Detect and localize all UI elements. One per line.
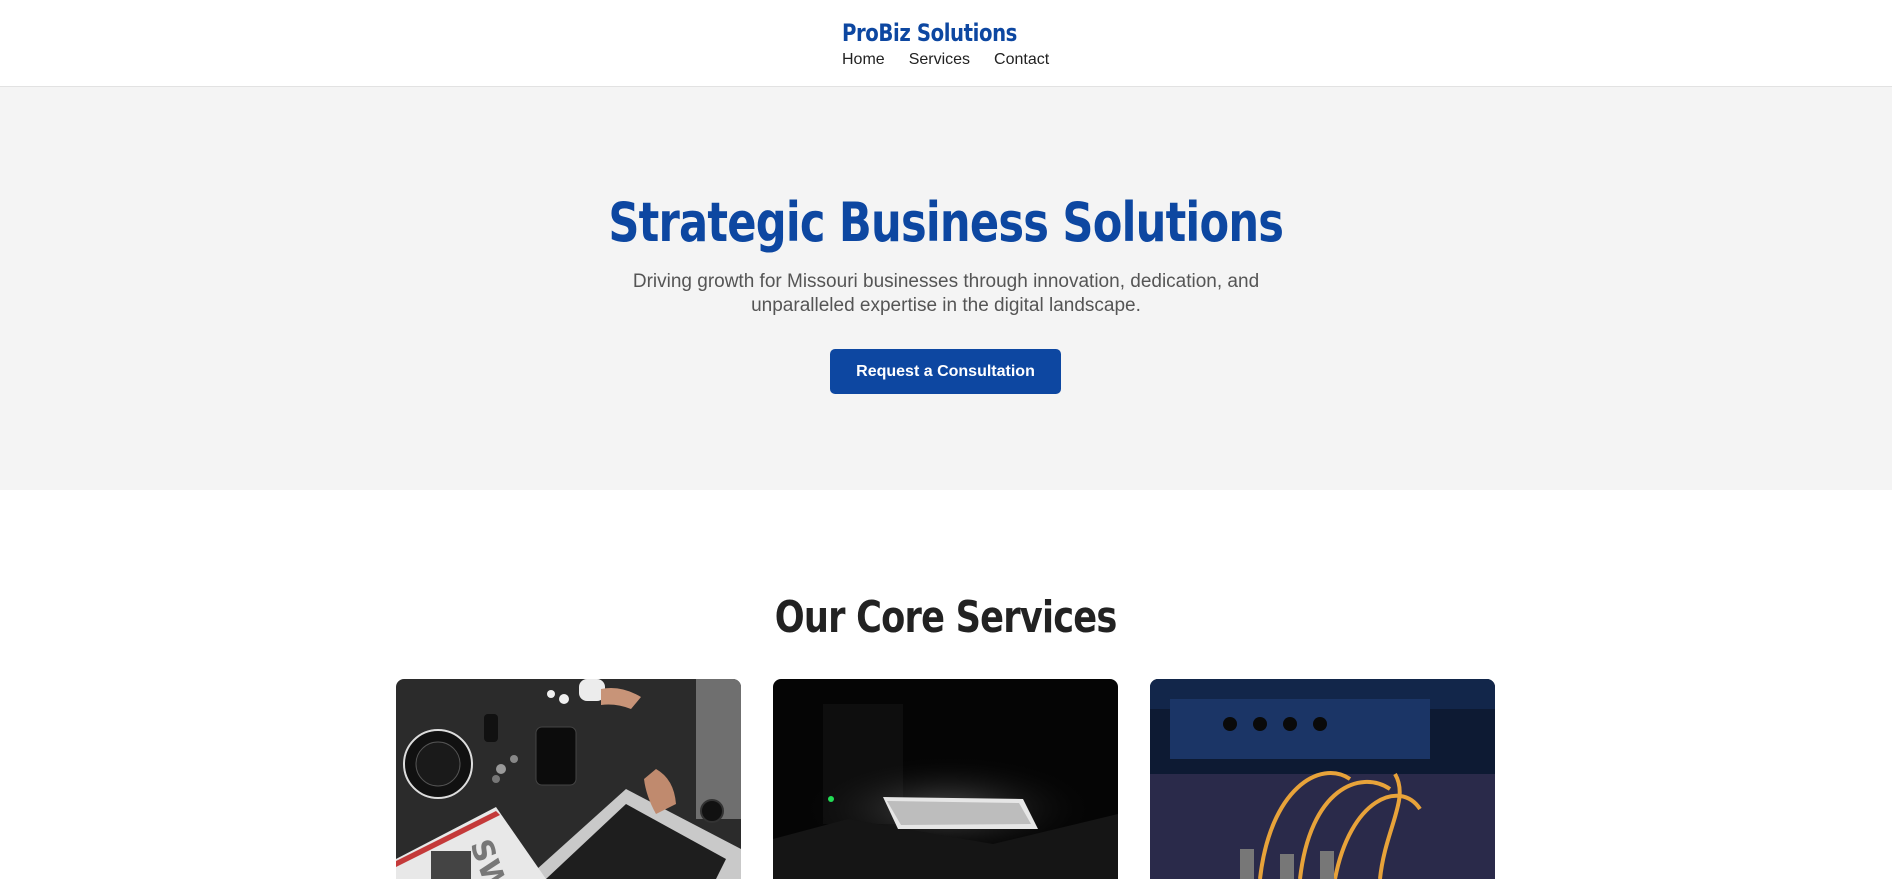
brand-block: ProBiz Solutions Home Services Contact <box>842 18 1055 70</box>
hero-section: Strategic Business Solutions Driving gro… <box>0 87 1892 490</box>
nav-contact-link[interactable]: Contact <box>994 50 1049 70</box>
request-consultation-button[interactable]: Request a Consultation <box>830 349 1061 394</box>
site-header: ProBiz Solutions Home Services Contact <box>0 0 1892 87</box>
services-heading: Our Core Services <box>775 592 1118 643</box>
nav-services-link[interactable]: Services <box>909 50 970 70</box>
service-card-image-2 <box>773 679 1118 879</box>
workspace-laptop-photo: SWA <box>396 679 741 879</box>
hero-subtitle: Driving growth for Missouri businesses t… <box>632 271 1260 316</box>
nav-home-link[interactable]: Home <box>842 50 885 70</box>
service-card-image-3 <box>1150 679 1495 879</box>
services-section: Our Core Services SWA <box>0 490 1892 879</box>
main-nav: Home Services Contact <box>842 50 1055 70</box>
service-card-image-1: SWA <box>396 679 741 879</box>
dark-laptop-photo <box>773 679 1118 879</box>
hero-title: Strategic Business Solutions <box>608 191 1285 254</box>
network-cables-photo <box>1150 679 1495 879</box>
brand-logo[interactable]: ProBiz Solutions <box>842 18 1017 48</box>
